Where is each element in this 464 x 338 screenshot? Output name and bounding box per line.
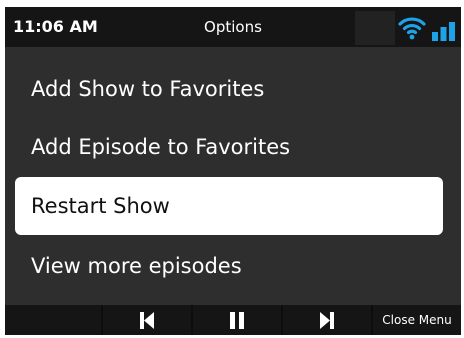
device-bezel: 11:06 AM Options Add Show to Favorites A… <box>0 0 464 338</box>
playback-controls: Close Menu <box>5 305 461 335</box>
menu-item-label: Add Show to Favorites <box>31 77 265 101</box>
device-screen: 11:06 AM Options Add Show to Favorites A… <box>5 7 461 335</box>
previous-button[interactable] <box>103 305 191 335</box>
signal-bars-icon <box>432 22 455 41</box>
menu-item-label: View more episodes <box>31 254 242 278</box>
previous-icon <box>140 312 154 329</box>
menu-item-add-episode-favorites[interactable]: Add Episode to Favorites <box>15 119 443 175</box>
menu-item-add-show-favorites[interactable]: Add Show to Favorites <box>15 61 443 117</box>
next-icon <box>320 312 334 329</box>
menu-item-label: Restart Show <box>31 194 170 218</box>
pause-button[interactable] <box>193 305 281 335</box>
close-menu-button[interactable]: Close Menu <box>373 305 461 335</box>
status-indicator-box <box>355 11 395 45</box>
blank-soft-button <box>5 305 101 335</box>
menu-item-restart-show[interactable]: Restart Show <box>15 177 443 235</box>
wifi-icon <box>398 17 426 40</box>
menu-item-view-more-episodes[interactable]: View more episodes <box>15 238 443 294</box>
next-button[interactable] <box>283 305 371 335</box>
status-bar: 11:06 AM Options <box>5 7 461 47</box>
menu-item-label: Add Episode to Favorites <box>31 135 291 159</box>
pause-icon <box>230 312 244 329</box>
